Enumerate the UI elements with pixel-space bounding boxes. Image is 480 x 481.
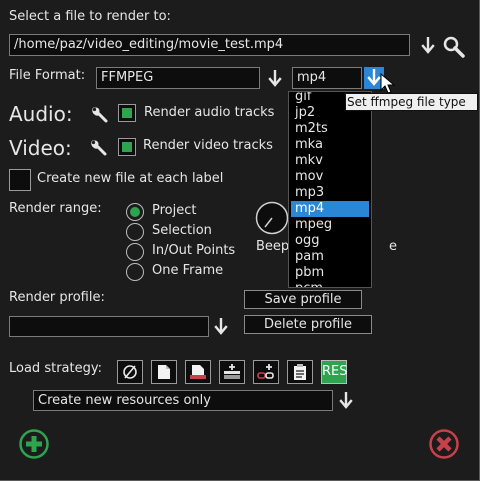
render-range-label: Render range:: [9, 201, 102, 216]
file-type-down-arrow-icon: [367, 69, 381, 86]
profile-down-arrow-icon[interactable]: [214, 318, 228, 336]
save-profile-button[interactable]: Save profile: [244, 290, 362, 309]
file-type-option[interactable]: mkv: [295, 153, 323, 169]
file-type-option[interactable]: ogg: [295, 233, 319, 249]
ls-res-button[interactable]: RES: [321, 360, 348, 384]
range-selection-label: Selection: [152, 223, 212, 238]
load-strategy-field[interactable]: Create new resources only: [33, 390, 333, 411]
cancel-x-icon[interactable]: [428, 428, 460, 460]
file-type-option[interactable]: gif: [295, 92, 311, 105]
file-type-option[interactable]: m2ts: [295, 121, 328, 137]
add-track-icon: [224, 364, 240, 379]
range-inout-label: In/Out Points: [152, 243, 236, 258]
beep-label: Beep: [256, 239, 290, 254]
ok-plus-icon[interactable]: [18, 428, 50, 460]
render-audio-checkbox[interactable]: [118, 104, 136, 122]
range-oneframe-label: One Frame: [152, 263, 224, 278]
audio-label: Audio:: [9, 102, 73, 126]
range-selection-radio[interactable]: [126, 223, 144, 241]
ls-new-file-button[interactable]: [151, 360, 177, 384]
new-file-each-label-checkbox[interactable]: [9, 169, 31, 191]
render-profile-label: Render profile:: [9, 290, 105, 305]
file-type-field[interactable]: mp4: [292, 67, 362, 89]
format-down-arrow-icon[interactable]: [268, 70, 282, 88]
file-type-option[interactable]: mp3: [295, 185, 324, 201]
document-red-icon: [190, 365, 206, 379]
audio-wrench-icon[interactable]: [91, 106, 109, 124]
file-type-option[interactable]: jp2: [295, 105, 315, 121]
file-type-option[interactable]: mpeg: [295, 217, 332, 233]
new-file-each-label-label: Create new file at each label: [37, 171, 224, 186]
empty-set-icon: [123, 365, 137, 379]
file-path-field[interactable]: /home/paz/video_editing/movie_test.mp4: [9, 34, 410, 56]
ls-clipboard-button[interactable]: [287, 360, 313, 384]
file-type-option[interactable]: pbm: [295, 265, 324, 281]
range-oneframe-radio[interactable]: [126, 263, 144, 281]
beep-label-tail: e: [389, 239, 397, 254]
ls-new-file-red-button[interactable]: [185, 360, 211, 384]
ls-none-button[interactable]: [117, 360, 143, 384]
ls-add-track-button[interactable]: [219, 360, 245, 384]
file-type-dropdown-list[interactable]: gifjp2m2tsmkamkvmovmp3mp4mpegoggpampbmpc…: [288, 91, 372, 288]
range-project-radio[interactable]: [126, 203, 144, 221]
file-format-label: File Format:: [9, 68, 86, 83]
file-type-option[interactable]: pcm: [295, 281, 323, 287]
file-type-option[interactable]: mov: [295, 169, 323, 185]
render-audio-label: Render audio tracks: [144, 105, 275, 120]
file-type-option[interactable]: mp4: [291, 201, 369, 217]
video-wrench-icon[interactable]: [90, 139, 108, 157]
load-strategy-down-arrow-icon[interactable]: [339, 392, 353, 410]
render-video-checkbox[interactable]: [118, 138, 136, 156]
search-icon[interactable]: [443, 36, 465, 58]
file-format-field[interactable]: FFMPEG: [96, 67, 260, 89]
add-link-icon: [257, 364, 274, 379]
delete-profile-button[interactable]: Delete profile: [244, 315, 372, 334]
beep-knob-icon[interactable]: [255, 201, 289, 235]
mouse-cursor-icon: [380, 73, 396, 94]
document-icon: [158, 365, 170, 379]
file-type-option[interactable]: mka: [295, 137, 323, 153]
render-profile-field[interactable]: [9, 316, 209, 337]
load-strategy-label: Load strategy:: [9, 361, 102, 376]
select-file-label: Select a file to render to:: [9, 9, 171, 24]
range-inout-radio[interactable]: [126, 243, 144, 261]
clipboard-icon: [294, 364, 306, 380]
file-type-tooltip: Set ffmpeg file type: [345, 93, 478, 111]
browse-down-arrow-icon[interactable]: [421, 37, 435, 55]
ls-add-link-button[interactable]: [253, 360, 279, 384]
file-type-option[interactable]: pam: [295, 249, 324, 265]
render-video-label: Render video tracks: [143, 138, 273, 153]
video-label: Video:: [9, 136, 72, 160]
range-project-label: Project: [152, 203, 197, 218]
